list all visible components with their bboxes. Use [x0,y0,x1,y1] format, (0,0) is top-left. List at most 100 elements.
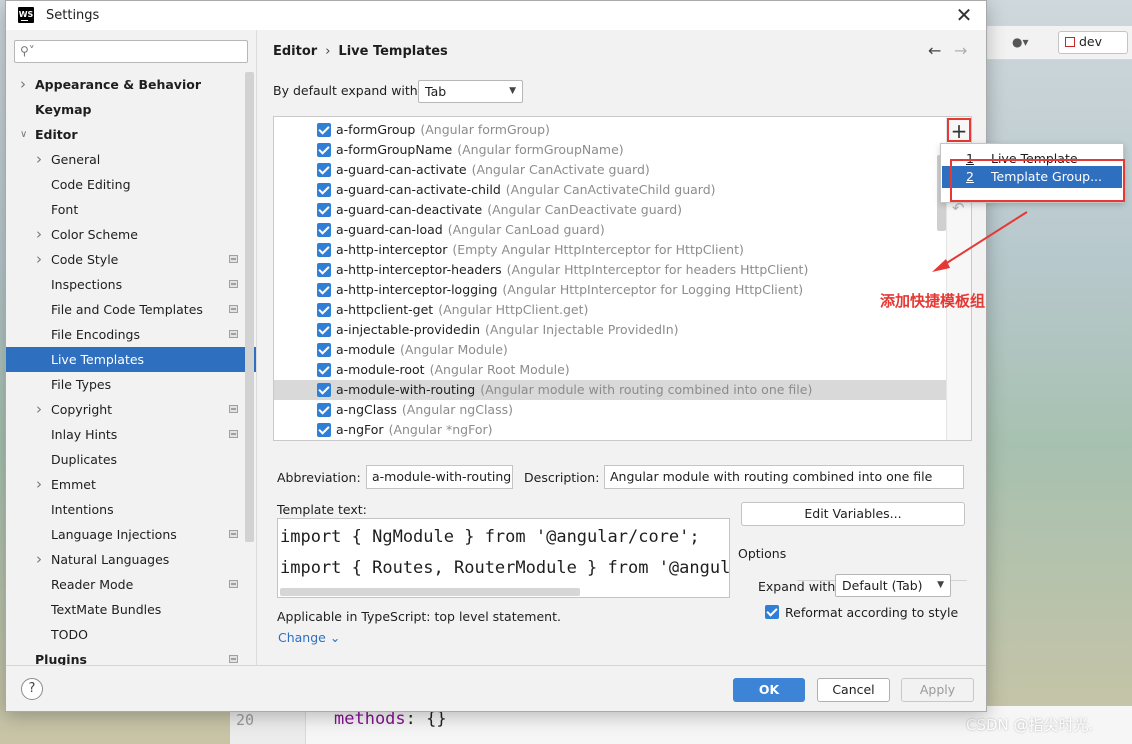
template-abbreviation: a-module-with-routing [336,382,476,397]
code-rest: : {} [405,709,447,729]
sidebar-item-file-encodings[interactable]: File Encodings [6,322,256,347]
template-checkbox[interactable] [317,243,331,257]
sidebar-item-inspections[interactable]: Inspections [6,272,256,297]
sidebar-item-editor[interactable]: ∨ Editor [6,122,256,147]
sidebar-item-label: Font [51,202,79,217]
branch-selector[interactable]: dev [1058,31,1128,54]
template-checkbox[interactable] [317,143,331,157]
sidebar-item-inlay-hints[interactable]: Inlay Hints [6,422,256,447]
sidebar-item-appearance-behavior[interactable]: › Appearance & Behavior [6,72,256,97]
sidebar-item-code-style[interactable]: › Code Style [6,247,256,272]
description-input[interactable]: Angular module with routing combined int… [604,465,964,489]
template-checkbox[interactable] [317,423,331,437]
breadcrumb: Editor › Live Templates [273,44,448,59]
template-name: a-module-with-routing (Angular module wit… [336,380,812,400]
template-text-editor[interactable]: import { NgModule } from '@angular/core'… [277,518,730,598]
template-row[interactable]: a-http-interceptor-logging (Angular HttpI… [274,280,948,300]
template-checkbox[interactable] [317,203,331,217]
default-expand-value: Tab [425,84,447,99]
template-checkbox[interactable] [317,283,331,297]
template-description: (Angular Module) [400,342,508,357]
sidebar-item-keymap[interactable]: Keymap [6,97,256,122]
template-checkbox[interactable] [317,183,331,197]
sidebar-item-font[interactable]: Font [6,197,256,222]
template-row[interactable]: a-module-root (Angular Root Module) [274,360,948,380]
template-checkbox[interactable] [317,123,331,137]
template-row[interactable]: a-http-interceptor-headers (Angular HttpI… [274,260,948,280]
template-row[interactable]: a-guard-can-activate-child (Angular CanAc… [274,180,948,200]
close-icon[interactable]: ✕ [952,3,976,27]
template-abbreviation: a-guard-can-activate [336,162,467,177]
template-text-hscroll[interactable] [280,588,580,596]
sidebar-item-live-templates[interactable]: Live Templates [6,347,256,372]
forward-arrow-icon[interactable]: → [954,41,967,60]
template-checkbox[interactable] [317,323,331,337]
template-name: a-ngClass (Angular ngClass) [336,400,513,420]
sidebar-item-language-injections[interactable]: Language Injections [6,522,256,547]
sidebar-item-duplicates[interactable]: Duplicates [6,447,256,472]
abbreviation-input[interactable]: a-module-with-routing [366,465,513,489]
sidebar-item-general[interactable]: › General [6,147,256,172]
chevron-right-icon[interactable]: › [36,397,42,422]
template-row[interactable]: a-ngClass (Angular ngClass) [274,400,948,420]
template-text-label: Template text: [277,502,367,517]
expand-with-select[interactable]: Default (Tab) ▼ [835,574,951,597]
template-checkbox[interactable] [317,403,331,417]
change-context-link[interactable]: Change ⌄ [278,630,340,645]
template-checkbox[interactable] [317,363,331,377]
sidebar-item-color-scheme[interactable]: › Color Scheme [6,222,256,247]
back-arrow-icon[interactable]: ← [928,41,941,60]
template-name: a-module (Angular Module) [336,340,508,360]
template-row[interactable]: a-injectable-providedin (Angular Injectab… [274,320,948,340]
template-checkbox[interactable] [317,383,331,397]
sidebar-item-copyright[interactable]: › Copyright [6,397,256,422]
sidebar-item-code-editing[interactable]: Code Editing [6,172,256,197]
edit-variables-button[interactable]: Edit Variables... [741,502,965,526]
default-expand-select[interactable]: Tab ▼ [418,80,523,103]
template-row[interactable]: a-http-interceptor (Empty Angular HttpInt… [274,240,948,260]
chevron-right-icon[interactable]: › [36,147,42,172]
chevron-down-icon[interactable]: ∨ [20,122,27,147]
sidebar-item-todo[interactable]: TODO [6,622,256,647]
template-row[interactable]: a-formGroupName (Angular formGroupName) [274,140,948,160]
template-checkbox[interactable] [317,263,331,277]
template-checkbox[interactable] [317,303,331,317]
sidebar-item-natural-languages[interactable]: › Natural Languages [6,547,256,572]
chevron-right-icon[interactable]: › [36,222,42,247]
add-icon[interactable]: + [947,118,971,142]
template-row[interactable]: a-guard-can-deactivate (Angular CanDeacti… [274,200,948,220]
template-name: a-formGroupName (Angular formGroupName) [336,140,624,160]
template-row[interactable]: a-module-with-routing (Angular module wit… [274,380,948,400]
template-row[interactable]: a-ngFor (Angular *ngFor) [274,420,948,440]
template-row[interactable]: a-guard-can-load (Angular CanLoad guard) [274,220,948,240]
settings-search-input[interactable]: ⚲˅ [14,40,248,63]
breadcrumb-editor[interactable]: Editor [273,44,317,59]
template-row[interactable]: a-module (Angular Module) [274,340,948,360]
apply-button[interactable]: Apply [901,678,974,702]
sidebar-scrollbar[interactable] [245,72,254,542]
user-icon[interactable]: ●▾ [1012,35,1029,49]
template-row[interactable]: a-formGroup (Angular formGroup) [274,120,948,140]
chevron-right-icon[interactable]: › [20,72,26,97]
sidebar-item-emmet[interactable]: › Emmet [6,472,256,497]
sidebar-item-file-types[interactable]: File Types [6,372,256,397]
template-checkbox[interactable] [317,343,331,357]
sidebar-item-label: TODO [51,627,88,642]
template-row[interactable]: a-httpclient-get (Angular HttpClient.get) [274,300,948,320]
chevron-right-icon[interactable]: › [36,247,42,272]
template-checkbox[interactable] [317,163,331,177]
ok-button[interactable]: OK [733,678,805,702]
chevron-right-icon[interactable]: › [36,472,42,497]
sidebar-item-file-and-code-templates[interactable]: File and Code Templates [6,297,256,322]
sidebar-item-textmate-bundles[interactable]: TextMate Bundles [6,597,256,622]
help-icon[interactable]: ? [21,678,43,700]
sidebar-item-label: Editor [35,127,78,142]
chevron-right-icon[interactable]: › [36,547,42,572]
sidebar-item-label: Language Injections [51,527,177,542]
template-checkbox[interactable] [317,223,331,237]
cancel-button[interactable]: Cancel [817,678,890,702]
sidebar-item-reader-mode[interactable]: Reader Mode [6,572,256,597]
template-row[interactable]: a-guard-can-activate (Angular CanActivate… [274,160,948,180]
sidebar-item-intentions[interactable]: Intentions [6,497,256,522]
reformat-checkbox[interactable] [765,605,779,619]
